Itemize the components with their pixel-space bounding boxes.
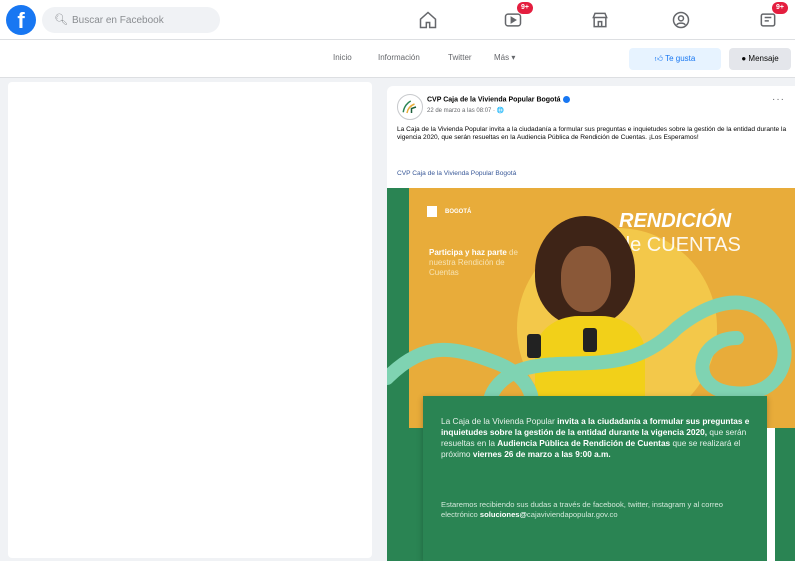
feed-post: CVP Caja de la Vivienda Popular Bogotá 2… bbox=[387, 86, 795, 561]
like-page-button[interactable]: 👍︎ Te gusta bbox=[629, 48, 721, 70]
post-image[interactable]: BOGOTÁ RENDICIÓN de CUENTAS Participa y … bbox=[387, 188, 795, 561]
page-tab-bar: Inicio Información Twitter Más ▾ 👍︎ Te g… bbox=[0, 40, 795, 78]
post-timestamp[interactable]: 22 de marzo a las 08:07 · 🌐 bbox=[427, 107, 504, 114]
home-icon[interactable] bbox=[415, 8, 441, 32]
tab-twitter[interactable]: Twitter bbox=[448, 53, 472, 62]
search-placeholder: Buscar en Facebook bbox=[71, 15, 164, 26]
announcement-card: La Caja de la Vivienda Popular invita a … bbox=[423, 396, 767, 561]
cvp-logo-icon bbox=[402, 100, 417, 114]
post-author-name: CVP Caja de la Vivienda Popular Bogotá bbox=[427, 96, 561, 104]
messenger-icon: ● bbox=[741, 54, 747, 63]
tab-informacion[interactable]: Información bbox=[378, 53, 420, 62]
like-button-label: Te gusta bbox=[665, 54, 696, 63]
announcement-text: La Caja de la Vivienda Popular invita a … bbox=[441, 416, 750, 459]
more-options-icon[interactable]: ··· bbox=[772, 94, 785, 105]
left-column-panel bbox=[8, 82, 372, 558]
tab-inicio[interactable]: Inicio bbox=[333, 53, 352, 62]
tab-mas[interactable]: Más ▾ bbox=[494, 53, 515, 62]
search-input[interactable]: 🔍︎ Buscar en Facebook bbox=[42, 7, 220, 33]
image-edge bbox=[767, 428, 775, 561]
verified-icon bbox=[562, 96, 570, 103]
marketplace-icon[interactable] bbox=[587, 8, 613, 32]
message-button-label: Mensaje bbox=[748, 54, 779, 63]
facebook-logo-icon[interactable]: f bbox=[6, 5, 36, 35]
page-avatar[interactable] bbox=[397, 94, 423, 120]
contact-text: Estaremos recibiendo sus dudas a través … bbox=[441, 500, 723, 519]
message-button[interactable]: ● Mensaje bbox=[729, 48, 791, 70]
post-author[interactable]: CVP Caja de la Vivienda Popular Bogotá bbox=[427, 96, 570, 103]
thumbs-up-icon: 👍︎ bbox=[654, 54, 664, 63]
search-icon: 🔍︎ bbox=[54, 14, 68, 26]
post-page-link[interactable]: CVP Caja de la Vivienda Popular Bogotá bbox=[397, 170, 516, 177]
post-text: La Caja de la Vivienda Popular invita a … bbox=[397, 126, 787, 142]
gaming-icon[interactable]: 9+ bbox=[755, 2, 788, 32]
notifications-badge: 9+ bbox=[772, 2, 788, 14]
watch-badge: 9+ bbox=[517, 2, 533, 14]
groups-icon[interactable] bbox=[668, 8, 694, 32]
watch-icon[interactable]: 9+ bbox=[500, 2, 533, 32]
top-navigation-bar: f 🔍︎ Buscar en Facebook 9+ 9+ bbox=[0, 0, 795, 40]
